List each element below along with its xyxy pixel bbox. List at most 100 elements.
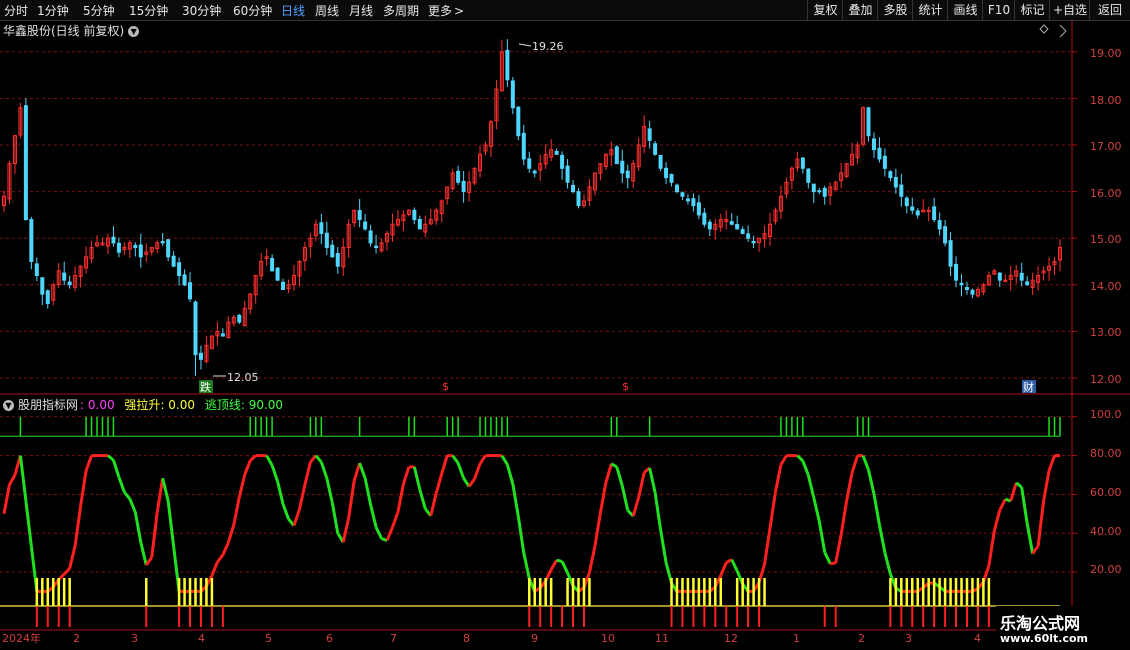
candle-body xyxy=(653,143,658,155)
oscillator-segment xyxy=(987,530,996,566)
candle-body xyxy=(1019,272,1024,281)
candle-body xyxy=(970,289,975,295)
oscillator-segment xyxy=(500,454,509,466)
price-tick: 14.00 xyxy=(1090,280,1122,293)
candle-body xyxy=(456,170,461,183)
stock-chart: 19.00 18.00 17.00 16.00 15.00 14.00 13.0… xyxy=(0,20,1130,645)
oscillator-segment xyxy=(719,562,728,577)
oscillator-segment xyxy=(1015,481,1023,489)
oscillator-segment xyxy=(396,483,405,513)
oscillator-segment xyxy=(341,517,351,543)
dividend-marker[interactable]: $ xyxy=(622,380,629,393)
dividend-marker[interactable]: $ xyxy=(442,380,449,393)
candle-body xyxy=(866,107,871,137)
oscillator-segment xyxy=(112,459,121,478)
high-annotation: 19.26 xyxy=(518,40,564,53)
oscillator-segment xyxy=(73,505,83,546)
oscillator-segment xyxy=(620,485,630,511)
chevron-down-icon[interactable]: ▼ xyxy=(128,26,140,37)
watermark-title: 乐淘公式网 xyxy=(1000,614,1081,633)
oscillator-segment xyxy=(418,489,427,510)
oscillator-segment xyxy=(1047,455,1056,472)
candle-body xyxy=(669,174,674,183)
candle-body xyxy=(696,202,701,216)
fall-marker[interactable]: 跌 xyxy=(200,380,211,394)
date-tick: 2 xyxy=(73,632,80,645)
oscillator-segment xyxy=(796,454,804,463)
diamond-icon[interactable] xyxy=(1039,24,1049,34)
price-tick: 15.00 xyxy=(1090,233,1122,246)
candle-body xyxy=(23,105,28,221)
oscillator-segment xyxy=(24,500,33,547)
candle-body xyxy=(702,212,707,225)
oscillator-segment xyxy=(877,524,887,554)
date-tick: 10 xyxy=(601,632,615,645)
finance-marker[interactable]: 财 xyxy=(1023,380,1034,394)
date-tick: 2024年 xyxy=(2,631,41,645)
oscillator-segment xyxy=(330,502,340,534)
candle-body xyxy=(817,190,822,193)
candle-body xyxy=(685,198,690,202)
candle-body xyxy=(138,244,143,258)
oscillator-segment xyxy=(221,542,230,556)
oscillator-segment xyxy=(659,529,668,563)
candle-body xyxy=(45,290,50,304)
indicator-value-2: : 0.00 xyxy=(160,398,196,412)
oscillator-segment xyxy=(1009,482,1018,502)
high-arrow xyxy=(518,43,532,47)
oscillator-segment xyxy=(522,552,531,580)
candle-body xyxy=(904,197,909,207)
date-tick: 7 xyxy=(390,632,397,645)
oscillator-segment xyxy=(401,466,411,485)
candle-body xyxy=(521,132,526,160)
price-axis-labels: 19.00 18.00 17.00 16.00 15.00 14.00 13.0… xyxy=(1090,47,1122,386)
indicator-tick: 40.00 xyxy=(1090,525,1122,538)
candle-body xyxy=(40,277,45,295)
oscillator-segment xyxy=(369,504,378,528)
candle-body xyxy=(29,219,34,262)
oscillator-segment xyxy=(150,512,159,558)
stock-title[interactable]: 华鑫股份(日线 前复权) ▼ xyxy=(3,22,140,39)
oscillator-segment xyxy=(1020,487,1029,524)
candle-body xyxy=(888,171,893,179)
indicator-tick: 60.00 xyxy=(1090,486,1122,499)
oscillator-segment xyxy=(817,520,827,553)
oscillator-segment xyxy=(297,484,307,510)
date-tick: 5 xyxy=(265,632,272,645)
oscillator-segment xyxy=(276,481,285,505)
stock-title-text: 华鑫股份(日线 前复权) xyxy=(3,24,125,38)
oscillator-segment xyxy=(883,552,892,575)
price-tick: 16.00 xyxy=(1090,187,1122,200)
candle-body xyxy=(330,244,335,258)
oscillator-segment xyxy=(834,534,843,564)
candle-body xyxy=(417,218,422,230)
candle-body xyxy=(171,255,176,267)
candle-body xyxy=(740,229,745,235)
oscillator-segment xyxy=(79,470,88,507)
date-tick: 12 xyxy=(724,632,738,645)
date-tick: 1 xyxy=(793,632,800,645)
oscillator-segment xyxy=(139,542,148,566)
indicator-label-2: 强拉升 xyxy=(124,398,161,412)
candle-body xyxy=(625,170,630,179)
chevron-right-icon[interactable] xyxy=(1059,24,1067,38)
watermark: 乐淘公式网 www.60lt.com xyxy=(996,606,1130,650)
indicator-title[interactable]: ▼ 股朋指标网: 0.00 强拉升: 0.00 逃顶线: 90.00 xyxy=(3,396,283,413)
oscillator-segment xyxy=(117,476,126,493)
candle-body xyxy=(1025,281,1030,286)
oscillator-segment xyxy=(243,460,252,476)
candle-body xyxy=(133,244,138,249)
candle-body xyxy=(116,242,121,253)
oscillator-segment xyxy=(216,554,225,564)
oscillator-segment xyxy=(440,455,449,475)
candle-body xyxy=(882,155,887,169)
oscillator-segment xyxy=(730,558,739,572)
chevron-down-icon[interactable]: ▼ xyxy=(3,400,14,411)
oscillator-segment xyxy=(845,472,854,502)
candle-body xyxy=(954,263,959,281)
candle-body xyxy=(363,221,368,230)
oscillator-segment xyxy=(467,478,476,488)
price-tick: 12.00 xyxy=(1090,373,1122,386)
oscillator-segment xyxy=(281,503,290,520)
candle-body xyxy=(319,222,324,235)
